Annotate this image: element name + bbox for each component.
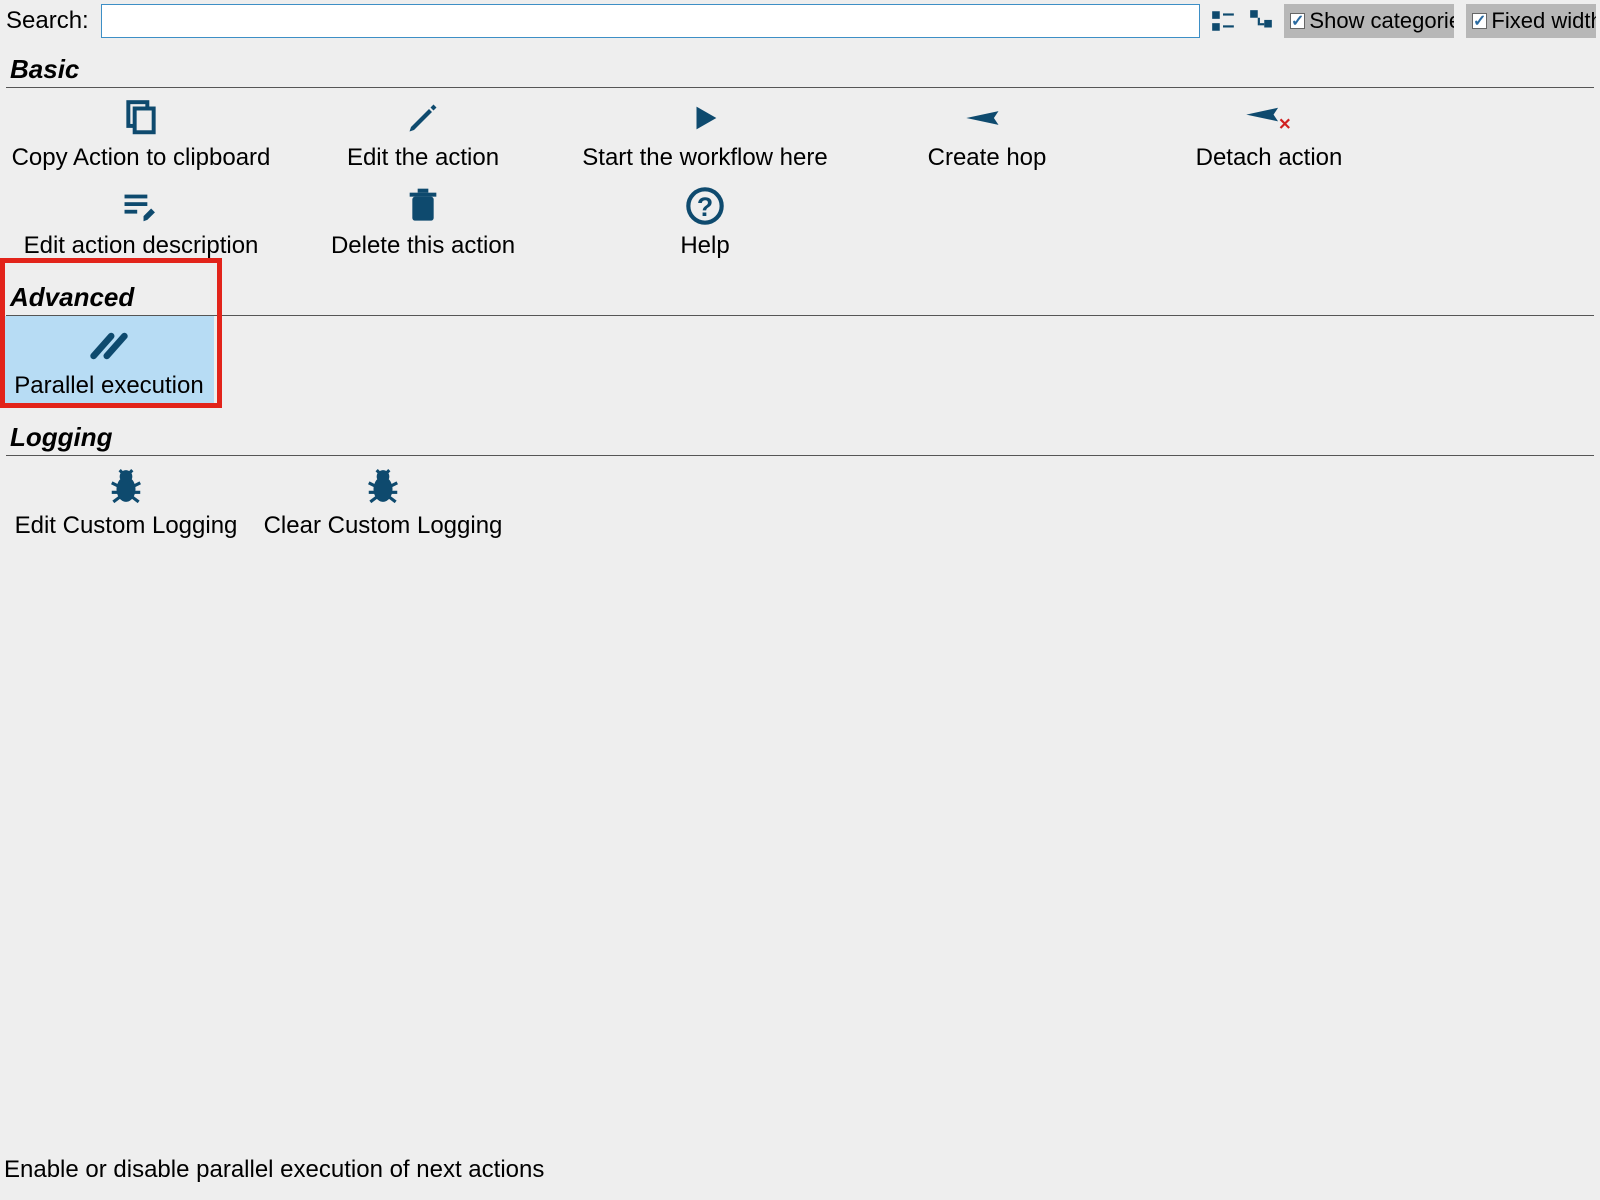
collapse-all-icon[interactable] — [1208, 6, 1238, 36]
svg-text:✕: ✕ — [1278, 116, 1291, 133]
action-edit[interactable]: Edit the action — [282, 88, 564, 176]
action-create-hop[interactable]: Create hop — [846, 88, 1128, 176]
help-icon: ? — [685, 186, 725, 226]
search-input-wrap — [101, 4, 1200, 38]
search-label: Search: — [6, 7, 89, 35]
section-header-logging: Logging — [6, 404, 1594, 456]
trash-icon — [407, 186, 439, 226]
toolbar: Search: ✓ Show categories ✓ Fixed width — [0, 0, 1600, 40]
action-help[interactable]: ? Help — [564, 176, 846, 264]
action-detach[interactable]: ✕ Detach action — [1128, 88, 1410, 176]
parallel-icon — [87, 326, 131, 366]
toggle-fixed-width-label: Fixed width — [1491, 8, 1596, 34]
action-label: Edit the action — [347, 144, 499, 172]
action-label: Edit action description — [24, 232, 259, 260]
action-label: Clear Custom Logging — [264, 512, 503, 540]
toggle-show-categories[interactable]: ✓ Show categories — [1284, 4, 1454, 38]
play-icon — [688, 98, 722, 138]
section-basic: Copy Action to clipboard Edit the action… — [0, 88, 1600, 264]
edit-lines-icon — [122, 186, 160, 226]
action-label: Copy Action to clipboard — [12, 144, 271, 172]
bug-icon — [107, 466, 145, 506]
action-copy-to-clipboard[interactable]: Copy Action to clipboard — [0, 88, 282, 176]
section-advanced: Parallel execution — [0, 316, 1600, 404]
checkbox-icon: ✓ — [1472, 13, 1487, 29]
arrow-icon — [964, 98, 1010, 138]
action-label: Help — [680, 232, 729, 260]
copy-icon — [122, 98, 160, 138]
action-parallel-execution[interactable]: Parallel execution — [4, 316, 214, 404]
action-label: Detach action — [1196, 144, 1343, 172]
action-label: Parallel execution — [14, 372, 203, 400]
action-start-workflow[interactable]: Start the workflow here — [564, 88, 846, 176]
search-input[interactable] — [101, 4, 1200, 38]
action-edit-custom-logging[interactable]: Edit Custom Logging — [0, 456, 252, 544]
bug-icon — [364, 466, 402, 506]
svg-text:?: ? — [697, 192, 713, 222]
action-delete[interactable]: Delete this action — [282, 176, 564, 264]
action-label: Start the workflow here — [582, 144, 827, 172]
action-label: Create hop — [928, 144, 1047, 172]
action-label: Delete this action — [331, 232, 515, 260]
pencil-icon — [405, 98, 441, 138]
section-header-basic: Basic — [6, 40, 1594, 88]
expand-all-icon[interactable] — [1246, 6, 1276, 36]
action-clear-custom-logging[interactable]: Clear Custom Logging — [252, 456, 514, 544]
toggle-fixed-width[interactable]: ✓ Fixed width — [1466, 4, 1596, 38]
toggle-show-categories-label: Show categories — [1309, 8, 1454, 34]
action-edit-description[interactable]: Edit action description — [0, 176, 282, 264]
section-header-advanced: Advanced — [6, 264, 1594, 316]
status-text: Enable or disable parallel execution of … — [4, 1156, 544, 1184]
section-logging: Edit Custom Logging Clear Custom Logging — [0, 456, 1600, 544]
action-label: Edit Custom Logging — [15, 512, 238, 540]
arrow-x-icon: ✕ — [1244, 98, 1294, 138]
checkbox-icon: ✓ — [1290, 13, 1305, 29]
